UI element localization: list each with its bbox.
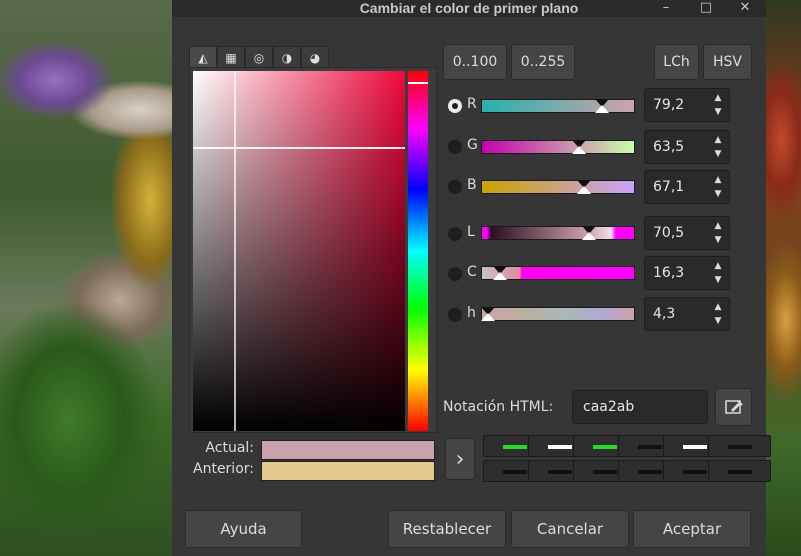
- channel-value-text: 79,2: [653, 97, 685, 113]
- history-swatch[interactable]: [708, 460, 771, 482]
- watercolor-icon: ◎: [253, 50, 265, 65]
- channel-slider-g[interactable]: [481, 140, 635, 154]
- close-icon[interactable]: ✕: [735, 0, 755, 17]
- hue-marker[interactable]: [408, 82, 428, 84]
- slider-thumb-bottom[interactable]: [582, 232, 596, 240]
- slider-thumb-bottom[interactable]: [572, 146, 586, 154]
- channel-radio-b[interactable]: [448, 180, 462, 194]
- lch-button[interactable]: LCh: [654, 44, 699, 80]
- channel-slider-b[interactable]: [481, 180, 635, 194]
- channel-value-text: 63,5: [653, 139, 685, 155]
- palette-icon: ◕: [309, 50, 321, 65]
- hsv-button[interactable]: HSV: [703, 44, 752, 80]
- channel-value-g[interactable]: 63,5 ▲ ▼: [644, 130, 730, 164]
- crosshair-vertical: [234, 71, 236, 431]
- channel-value-text: 16,3: [653, 265, 685, 281]
- channel-label: B: [467, 177, 477, 193]
- channel-value-h[interactable]: 4,3 ▲ ▼: [644, 297, 730, 331]
- decrement-icon[interactable]: ▼: [707, 232, 729, 248]
- ok-button[interactable]: Aceptar: [633, 510, 751, 548]
- help-button[interactable]: Ayuda: [185, 510, 302, 548]
- minimize-icon[interactable]: –: [656, 0, 676, 17]
- slider-thumb-bottom[interactable]: [481, 313, 495, 321]
- crosshair-horizontal: [193, 147, 405, 149]
- color-selector-panel: [189, 67, 437, 433]
- channel-value-text: 4,3: [653, 306, 676, 322]
- channel-label: G: [467, 137, 478, 153]
- background-image-right: [766, 0, 801, 556]
- channel-slider-c[interactable]: [481, 266, 635, 280]
- channel-value-r[interactable]: 79,2 ▲ ▼: [644, 88, 730, 122]
- channel-label: C: [467, 264, 477, 280]
- channel-value-b[interactable]: 67,1 ▲ ▼: [644, 170, 730, 204]
- range-0-255-button[interactable]: 0..255: [511, 44, 575, 80]
- channel-slider-h[interactable]: [481, 307, 635, 321]
- decrement-icon[interactable]: ▼: [707, 186, 729, 202]
- actual-color-swatch: [261, 440, 435, 460]
- channel-label: R: [467, 96, 477, 112]
- channel-slider-r[interactable]: [481, 99, 635, 113]
- cmyk-icon: ▦: [225, 50, 237, 65]
- channel-value-l[interactable]: 70,5 ▲ ▼: [644, 216, 730, 250]
- slider-thumb-bottom[interactable]: [577, 186, 591, 194]
- decrement-icon[interactable]: ▼: [707, 272, 729, 288]
- tab-gimp-selector[interactable]: ◭: [189, 46, 217, 68]
- maximize-icon[interactable]: □: [696, 0, 716, 17]
- channel-value-c[interactable]: 16,3 ▲ ▼: [644, 256, 730, 290]
- dialog-title: Cambiar el color de primer plano: [359, 0, 579, 16]
- tab-cmyk[interactable]: ▦: [217, 46, 245, 68]
- saturation-value-square[interactable]: [193, 71, 405, 431]
- range-0-100-button[interactable]: 0..100: [443, 44, 507, 80]
- channel-radio-l[interactable]: [448, 227, 462, 241]
- channel-value-text: 67,1: [653, 179, 685, 195]
- channel-label: h: [467, 305, 476, 321]
- channel-radio-h[interactable]: [448, 308, 462, 322]
- hue-strip[interactable]: [408, 71, 428, 431]
- anterior-label: Anterior:: [193, 461, 254, 477]
- channel-slider-l[interactable]: [481, 226, 635, 240]
- html-notation-input[interactable]: caa2ab: [572, 390, 708, 424]
- change-foreground-color-dialog: Cambiar el color de primer plano – □ ✕ ◭…: [172, 0, 771, 556]
- reset-button[interactable]: Restablecer: [388, 510, 506, 548]
- slider-thumb-bottom[interactable]: [595, 105, 609, 113]
- decrement-icon[interactable]: ▼: [707, 146, 729, 162]
- decrement-icon[interactable]: ▼: [707, 104, 729, 120]
- add-to-history-button[interactable]: ›: [445, 438, 475, 480]
- color-picker-button[interactable]: [715, 388, 752, 426]
- wilber-icon: ◭: [198, 50, 208, 65]
- channel-label: L: [467, 224, 475, 240]
- actual-label: Actual:: [205, 440, 254, 456]
- html-notation-label: Notación HTML:: [443, 399, 554, 415]
- tab-wheel[interactable]: ◑: [273, 46, 301, 68]
- cancel-button[interactable]: Cancelar: [511, 510, 629, 548]
- slider-thumb-bottom[interactable]: [493, 272, 507, 280]
- tab-palette[interactable]: ◕: [301, 46, 329, 68]
- eyedropper-icon: [724, 400, 743, 414]
- selector-tabs: ◭ ▦ ◎ ◑ ◕: [189, 46, 329, 68]
- history-swatch[interactable]: [708, 435, 771, 457]
- decrement-icon[interactable]: ▼: [707, 313, 729, 329]
- channel-radio-g[interactable]: [448, 140, 462, 154]
- channel-radio-c[interactable]: [448, 267, 462, 281]
- anterior-color-swatch[interactable]: [261, 461, 435, 481]
- title-bar: Cambiar el color de primer plano – □ ✕: [172, 0, 766, 17]
- wheel-icon: ◑: [281, 50, 293, 65]
- channel-value-text: 70,5: [653, 225, 685, 241]
- tab-watercolor[interactable]: ◎: [245, 46, 273, 68]
- channel-radio-r[interactable]: [448, 99, 462, 113]
- background-image-left: [0, 0, 172, 556]
